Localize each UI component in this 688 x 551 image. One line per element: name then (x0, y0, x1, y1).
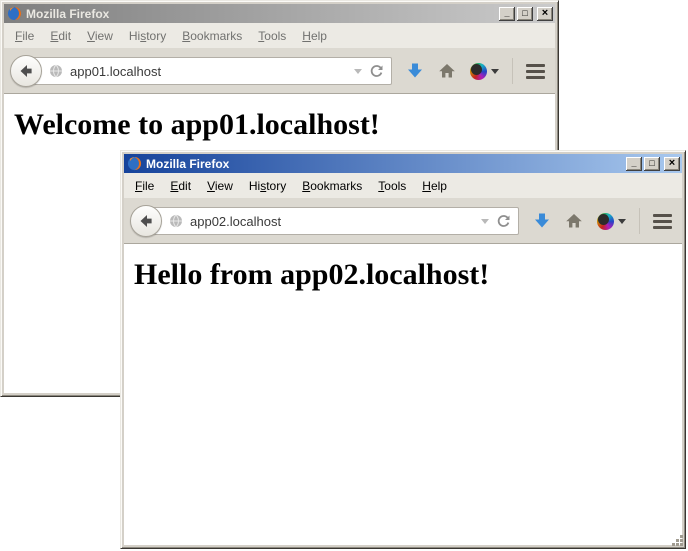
menu-tools[interactable]: Tools (251, 27, 293, 45)
menu-button[interactable] (653, 214, 672, 229)
menu-view[interactable]: View (80, 27, 120, 45)
menu-bar: File Edit View History Bookmarks Tools H… (124, 173, 682, 199)
resize-grip[interactable] (671, 534, 685, 548)
addon-button[interactable] (470, 63, 499, 80)
menu-view[interactable]: View (200, 177, 240, 195)
url-bar[interactable]: app02.localhost (147, 207, 519, 235)
download-arrow-icon (533, 212, 551, 230)
title-bar[interactable]: Mozilla Firefox _ □ × (124, 154, 682, 173)
url-text[interactable]: app02.localhost (190, 214, 474, 229)
navigation-toolbar: app02.localhost (124, 199, 682, 244)
globe-icon[interactable] (49, 64, 63, 78)
reload-icon[interactable] (369, 64, 384, 79)
maximize-button[interactable]: □ (517, 7, 533, 21)
menu-bookmarks[interactable]: Bookmarks (295, 177, 369, 195)
url-dropdown-icon[interactable] (481, 219, 489, 224)
minimize-button[interactable]: _ (626, 157, 642, 171)
maximize-button[interactable]: □ (644, 157, 660, 171)
close-button[interactable]: × (537, 7, 553, 21)
color-wheel-icon (597, 213, 614, 230)
navigation-toolbar: app01.localhost (4, 49, 555, 94)
back-arrow-icon (18, 63, 34, 79)
title-bar[interactable]: Mozilla Firefox _ □ × (4, 4, 555, 23)
home-button[interactable] (565, 212, 583, 230)
menu-history[interactable]: History (242, 177, 293, 195)
url-bar[interactable]: app01.localhost (27, 57, 392, 85)
menu-tools[interactable]: Tools (371, 177, 413, 195)
menu-file[interactable]: File (8, 27, 41, 45)
downloads-button[interactable] (533, 212, 551, 230)
menu-help[interactable]: Help (415, 177, 454, 195)
addon-button[interactable] (597, 213, 626, 230)
firefox-icon[interactable] (127, 156, 142, 171)
menu-edit[interactable]: Edit (43, 27, 78, 45)
menu-bar: File Edit View History Bookmarks Tools H… (4, 23, 555, 49)
downloads-button[interactable] (406, 62, 424, 80)
addon-dropdown-icon (491, 69, 499, 74)
page-heading: Hello from app02.localhost! (134, 258, 682, 292)
window-title: Mozilla Firefox (26, 7, 495, 21)
page-content: Hello from app02.localhost! (124, 244, 682, 545)
back-arrow-icon (138, 213, 154, 229)
menu-history[interactable]: History (122, 27, 173, 45)
browser-window-app02: Mozilla Firefox _ □ × File Edit View His… (120, 150, 686, 549)
page-heading: Welcome to app01.localhost! (14, 108, 555, 142)
menu-file[interactable]: File (128, 177, 161, 195)
home-icon (565, 212, 583, 230)
menu-edit[interactable]: Edit (163, 177, 198, 195)
home-icon (438, 62, 456, 80)
menu-help[interactable]: Help (295, 27, 334, 45)
globe-icon[interactable] (169, 214, 183, 228)
firefox-icon[interactable] (7, 6, 22, 21)
color-wheel-icon (470, 63, 487, 80)
url-dropdown-icon[interactable] (354, 69, 362, 74)
minimize-button[interactable]: _ (499, 7, 515, 21)
reload-icon[interactable] (496, 214, 511, 229)
menu-button[interactable] (526, 64, 545, 79)
addon-dropdown-icon (618, 219, 626, 224)
toolbar-separator (639, 208, 640, 234)
toolbar-separator (512, 58, 513, 84)
back-button[interactable] (10, 55, 42, 87)
window-title: Mozilla Firefox (146, 157, 622, 171)
close-button[interactable]: × (664, 157, 680, 171)
back-button[interactable] (130, 205, 162, 237)
url-text[interactable]: app01.localhost (70, 64, 347, 79)
menu-bookmarks[interactable]: Bookmarks (175, 27, 249, 45)
home-button[interactable] (438, 62, 456, 80)
download-arrow-icon (406, 62, 424, 80)
